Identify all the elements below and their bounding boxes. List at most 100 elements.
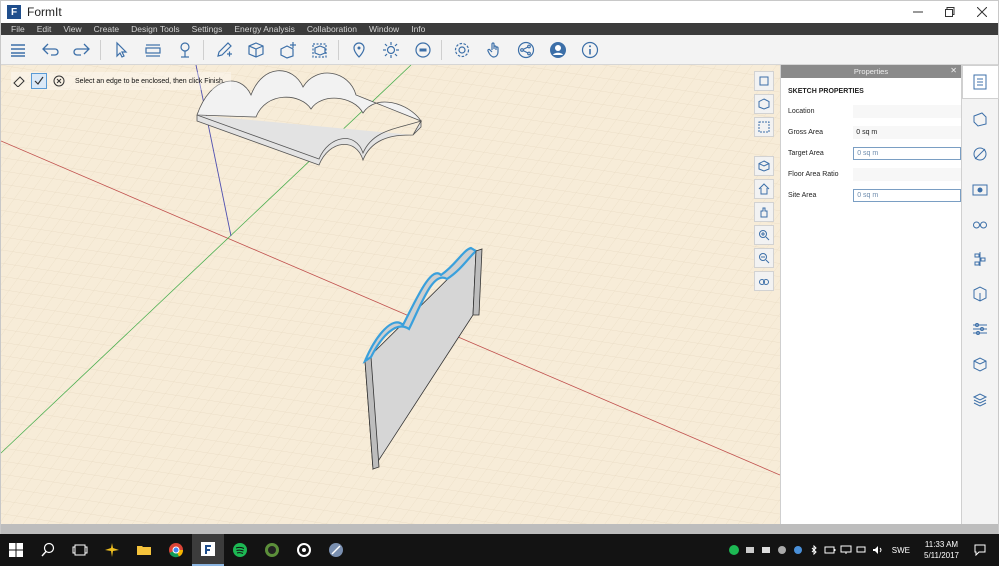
spotify-tray-icon[interactable] xyxy=(728,544,740,556)
close-button[interactable] xyxy=(966,1,998,23)
plane-icon xyxy=(105,543,119,557)
tray-sync-icon[interactable] xyxy=(776,544,788,556)
sketch-tab[interactable] xyxy=(965,139,995,169)
undo-button[interactable] xyxy=(35,37,65,63)
spotify-icon xyxy=(233,543,247,557)
window-title: FormIt xyxy=(27,5,62,19)
menu-create[interactable]: Create xyxy=(94,24,120,34)
menu-design-tools[interactable]: Design Tools xyxy=(131,24,180,34)
taskbar-app-globe[interactable] xyxy=(256,534,288,566)
search-icon xyxy=(41,542,55,557)
zoom-in-button[interactable] xyxy=(754,225,774,245)
panel-close-icon[interactable]: ✕ xyxy=(950,66,957,75)
zoom-selection-button[interactable] xyxy=(754,117,774,137)
layers-tab[interactable] xyxy=(965,314,995,344)
menu-settings[interactable]: Settings xyxy=(192,24,223,34)
taskbar-app-pinned[interactable] xyxy=(96,534,128,566)
cancel-button[interactable] xyxy=(51,73,67,89)
taskbar-app-circle[interactable] xyxy=(288,534,320,566)
formit-taskbar-button[interactable] xyxy=(192,534,224,566)
finish-button[interactable] xyxy=(31,73,47,89)
tray-cloud-icon[interactable] xyxy=(792,544,804,556)
property-label: Floor Area Ratio xyxy=(788,171,839,178)
select-button[interactable] xyxy=(106,37,136,63)
pan-button[interactable] xyxy=(754,202,774,222)
gross-area-value: 0 sq m xyxy=(853,126,961,139)
gesture-button[interactable] xyxy=(479,37,509,63)
file-explorer-button[interactable] xyxy=(128,534,160,566)
glasses-icon xyxy=(973,221,987,229)
volume-icon[interactable] xyxy=(872,544,884,556)
menu-energy-analysis[interactable]: Energy Analysis xyxy=(234,24,294,34)
properties-panel: Properties ✕ SKETCH PROPERTIES Location … xyxy=(780,65,961,524)
menu-collaboration[interactable]: Collaboration xyxy=(307,24,357,34)
scenes-tab[interactable] xyxy=(965,174,995,204)
add-shape-button[interactable] xyxy=(273,37,303,63)
tray-app-icon[interactable] xyxy=(744,544,756,556)
groups-tab[interactable] xyxy=(965,279,995,309)
maximize-button[interactable] xyxy=(934,1,966,23)
home-view-button[interactable] xyxy=(754,179,774,199)
action-center-icon[interactable] xyxy=(969,544,991,556)
visual-styles-tab[interactable] xyxy=(965,209,995,239)
menu-edit[interactable]: Edit xyxy=(37,24,52,34)
property-row-target-area: Target Area 0 sq m xyxy=(781,143,961,164)
clock[interactable]: 11:33 AM 5/11/2017 xyxy=(924,539,959,561)
minimize-button[interactable] xyxy=(902,1,934,23)
view-cube-button[interactable] xyxy=(754,94,774,114)
spotify-button[interactable] xyxy=(224,534,256,566)
menu-view[interactable]: View xyxy=(63,24,81,34)
task-view-button[interactable] xyxy=(64,534,96,566)
zoom-out-button[interactable] xyxy=(754,248,774,268)
materials-tab[interactable] xyxy=(965,104,995,134)
taskbar-app-feather[interactable] xyxy=(320,534,352,566)
chrome-icon xyxy=(169,543,184,558)
properties-tab[interactable] xyxy=(961,65,999,99)
network-icon[interactable] xyxy=(856,544,868,556)
settings-button[interactable] xyxy=(447,37,477,63)
zoom-extents-button[interactable] xyxy=(754,71,774,91)
language-indicator[interactable]: SWE xyxy=(892,546,910,555)
tape-measure-icon xyxy=(145,43,161,57)
sketch-properties-title: SKETCH PROPERTIES xyxy=(788,88,864,95)
menu-window[interactable]: Window xyxy=(369,24,399,34)
stacked-tab[interactable] xyxy=(965,384,995,414)
layers-button[interactable] xyxy=(3,37,33,63)
bluetooth-icon[interactable] xyxy=(808,544,820,556)
camera-icon xyxy=(972,184,988,196)
3d-viewport[interactable]: Select an edge to be enclosed, then clic… xyxy=(1,65,780,524)
share-button[interactable] xyxy=(511,37,541,63)
menu-file[interactable]: File xyxy=(11,24,25,34)
tray-chat-icon[interactable] xyxy=(760,544,772,556)
list-icon xyxy=(11,43,25,57)
toolbar-divider xyxy=(203,39,204,60)
start-button[interactable] xyxy=(0,534,32,566)
content-library-tab[interactable] xyxy=(965,349,995,379)
orbit-button[interactable] xyxy=(754,156,774,176)
menu-info[interactable]: Info xyxy=(411,24,425,34)
location-button[interactable] xyxy=(170,37,200,63)
enclose-surface-button[interactable] xyxy=(11,73,27,89)
levels-icon xyxy=(974,252,986,266)
redo-button[interactable] xyxy=(67,37,97,63)
info-button[interactable] xyxy=(575,37,605,63)
levels-tab[interactable] xyxy=(965,244,995,274)
battery-icon[interactable] xyxy=(824,544,836,556)
version-button[interactable] xyxy=(408,37,438,63)
display-icon[interactable] xyxy=(840,544,852,556)
account-button[interactable] xyxy=(543,37,573,63)
feather-icon xyxy=(329,543,343,557)
target-area-input[interactable]: 0 sq m xyxy=(853,147,961,160)
stack-icon xyxy=(972,393,988,407)
group-button[interactable] xyxy=(305,37,335,63)
set-location-button[interactable] xyxy=(344,37,374,63)
chrome-button[interactable] xyxy=(160,534,192,566)
search-button[interactable] xyxy=(32,534,64,566)
look-around-button[interactable] xyxy=(754,271,774,291)
property-label: Location xyxy=(788,108,815,115)
cube-button[interactable] xyxy=(241,37,271,63)
sun-button[interactable] xyxy=(376,37,406,63)
site-area-input[interactable]: 0 sq m xyxy=(853,189,961,202)
measure-button[interactable] xyxy=(138,37,168,63)
draw-button[interactable] xyxy=(209,37,239,63)
